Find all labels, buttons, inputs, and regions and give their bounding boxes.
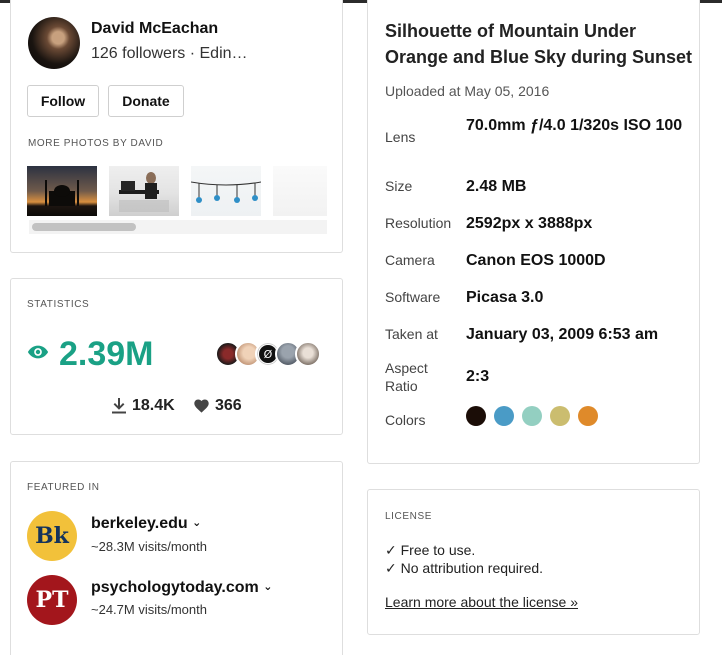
color-swatch[interactable] bbox=[522, 406, 542, 426]
statistics-card: STATISTICS 2.39M Ø 18.4K 366 bbox=[10, 278, 343, 435]
detail-value-lens: 70.0mm ƒ/4.0 1/320s ISO 100 bbox=[466, 117, 683, 134]
featured-site-name: berkeley.edu bbox=[91, 515, 188, 532]
license-learn-more-link[interactable]: Learn more about the license » bbox=[385, 594, 578, 610]
detail-value-camera: Canon EOS 1000D bbox=[466, 252, 606, 269]
chevron-down-icon: ⌄ bbox=[263, 581, 273, 593]
avatar[interactable] bbox=[295, 341, 321, 367]
berkeley-logo[interactable]: Bk bbox=[27, 511, 77, 561]
license-label: LICENSE bbox=[385, 511, 432, 522]
featured-site-visits: ~28.3M visits/month bbox=[91, 539, 207, 554]
eye-icon bbox=[27, 345, 49, 359]
follow-button[interactable]: Follow bbox=[27, 85, 99, 117]
detail-label-lens: Lens bbox=[385, 129, 416, 145]
detail-label-size: Size bbox=[385, 178, 413, 194]
likes-count: 366 bbox=[215, 397, 242, 414]
donate-button[interactable]: Donate bbox=[108, 85, 184, 117]
license-free-to-use: ✓ Free to use. bbox=[385, 542, 476, 558]
detail-label-camera: Camera bbox=[385, 252, 435, 268]
likes-stat: 366 bbox=[194, 397, 242, 415]
upload-date: Uploaded at May 05, 2016 bbox=[385, 83, 550, 99]
photo-thumbnail[interactable] bbox=[273, 166, 327, 216]
license-no-attribution: ✓ No attribution required. bbox=[385, 560, 544, 576]
detail-label-taken-at: Taken at bbox=[385, 326, 438, 342]
color-swatch[interactable] bbox=[578, 406, 598, 426]
viewer-avatars: Ø bbox=[215, 341, 327, 367]
author-subtitle: 126 followers · Edin… bbox=[91, 45, 248, 62]
featured-site-visits: ~24.7M visits/month bbox=[91, 602, 207, 617]
detail-label-software: Software bbox=[385, 289, 441, 305]
featured-site-berkeley[interactable]: berkeley.edu ⌄ bbox=[91, 515, 201, 533]
downloads-stat: 18.4K bbox=[112, 397, 175, 415]
detail-label-colors: Colors bbox=[385, 412, 426, 428]
download-icon bbox=[112, 398, 126, 414]
thumbnail-scrollbar-thumb[interactable] bbox=[32, 223, 136, 231]
featured-label: FEATURED IN bbox=[27, 482, 100, 493]
detail-value-aspect-ratio: 2:3 bbox=[466, 368, 490, 385]
heart-icon bbox=[194, 399, 209, 413]
svg-text:Ø: Ø bbox=[264, 348, 273, 361]
downloads-count: 18.4K bbox=[132, 397, 175, 414]
color-swatch[interactable] bbox=[494, 406, 514, 426]
photo-thumbnail[interactable] bbox=[190, 166, 262, 216]
detail-value-taken-at: January 03, 2009 6:53 am bbox=[466, 326, 659, 343]
statistics-label: STATISTICS bbox=[27, 299, 90, 310]
more-photos-label: MORE PHOTOS BY DAVID bbox=[28, 138, 164, 149]
color-swatch[interactable] bbox=[466, 406, 486, 426]
chevron-down-icon: ⌄ bbox=[192, 517, 202, 529]
featured-card: FEATURED IN Bk berkeley.edu ⌄ ~28.3M vis… bbox=[10, 461, 343, 655]
photo-title: Silhouette of Mountain Under Orange and … bbox=[385, 21, 693, 67]
author-avatar[interactable] bbox=[28, 17, 80, 69]
featured-site-psychologytoday[interactable]: psychologytoday.com ⌄ bbox=[91, 579, 272, 597]
photo-thumbnail[interactable] bbox=[27, 166, 97, 216]
photo-thumbnail[interactable] bbox=[109, 166, 179, 216]
license-card: LICENSE ✓ Free to use. ✓ No attribution … bbox=[367, 489, 700, 635]
detail-value-software: Picasa 3.0 bbox=[466, 289, 544, 306]
color-swatch[interactable] bbox=[550, 406, 570, 426]
author-card: David McEachan 126 followers · Edin… Fol… bbox=[10, 0, 343, 253]
photo-details-card: Silhouette of Mountain Under Orange and … bbox=[367, 0, 700, 464]
detail-value-resolution: 2592px x 3888px bbox=[466, 215, 593, 232]
detail-value-size: 2.48 MB bbox=[466, 178, 527, 195]
more-photos-strip bbox=[27, 166, 327, 218]
views-count: 2.39M bbox=[59, 335, 154, 373]
psychologytoday-logo[interactable]: PT bbox=[27, 575, 77, 625]
detail-label-resolution: Resolution bbox=[385, 215, 452, 231]
detail-label-aspect-ratio: Aspect Ratio bbox=[385, 360, 428, 394]
author-name[interactable]: David McEachan bbox=[91, 20, 218, 38]
featured-site-name: psychologytoday.com bbox=[91, 579, 259, 596]
